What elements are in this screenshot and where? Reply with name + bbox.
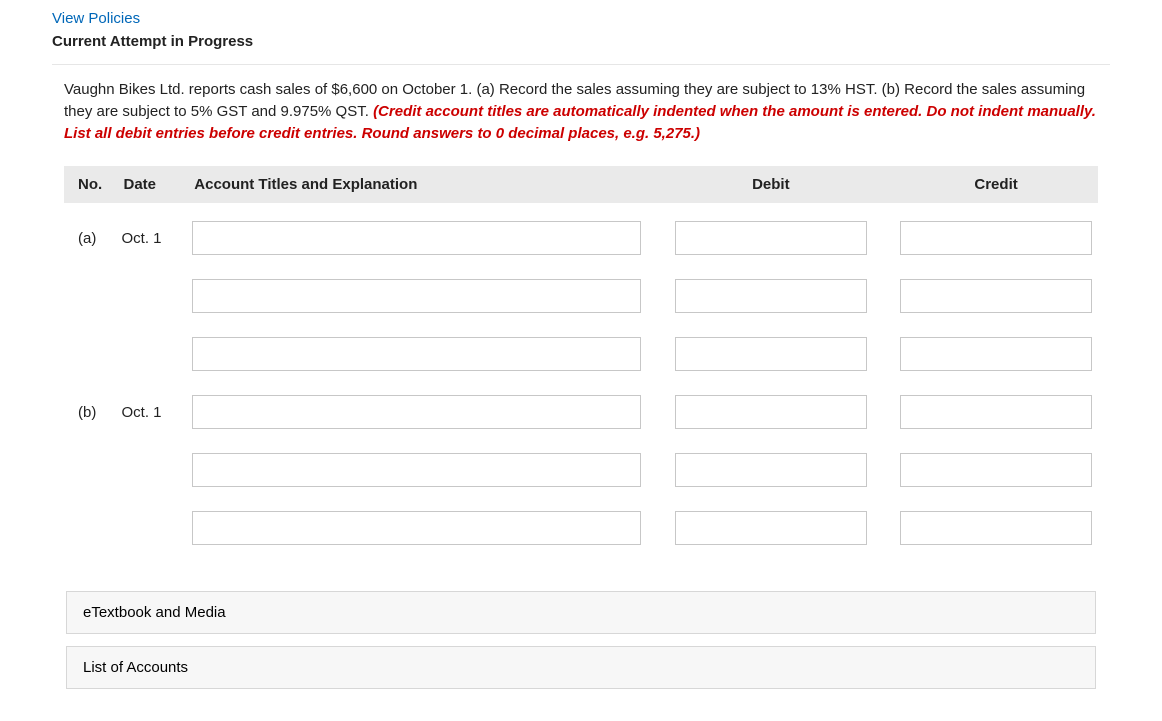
debit-input[interactable] — [675, 395, 867, 429]
credit-input[interactable] — [900, 395, 1092, 429]
cell-no — [64, 331, 115, 377]
cell-date: Oct. 1 — [115, 215, 186, 261]
table-row — [64, 447, 1098, 493]
cell-no — [64, 273, 115, 319]
credit-input[interactable] — [900, 337, 1092, 371]
journal-table: No. Date Account Titles and Explanation … — [64, 166, 1098, 585]
panels: eTextbook and Media List of Accounts — [64, 591, 1098, 689]
credit-input[interactable] — [900, 221, 1092, 255]
account-input[interactable] — [192, 279, 641, 313]
cell-no — [64, 447, 115, 493]
etextbook-media-button[interactable]: eTextbook and Media — [66, 591, 1096, 634]
account-input[interactable] — [192, 511, 641, 545]
account-input[interactable] — [192, 453, 641, 487]
table-row: (a) Oct. 1 — [64, 215, 1098, 261]
cell-date — [115, 331, 186, 377]
account-input[interactable] — [192, 395, 641, 429]
cell-no: (a) — [64, 215, 115, 261]
attempt-status: Current Attempt in Progress — [52, 33, 1110, 50]
table-header-row: No. Date Account Titles and Explanation … — [64, 166, 1098, 203]
debit-input[interactable] — [675, 337, 867, 371]
account-input[interactable] — [192, 221, 641, 255]
th-gap1 — [647, 166, 668, 203]
th-credit: Credit — [894, 166, 1098, 203]
cell-no — [64, 505, 115, 551]
debit-input[interactable] — [675, 453, 867, 487]
th-no: No. — [64, 166, 115, 203]
table-row — [64, 331, 1098, 377]
credit-input[interactable] — [900, 511, 1092, 545]
credit-input[interactable] — [900, 279, 1092, 313]
th-acct: Account Titles and Explanation — [186, 166, 647, 203]
table-row — [64, 273, 1098, 319]
view-policies-link[interactable]: View Policies — [52, 10, 140, 27]
cell-no: (b) — [64, 389, 115, 435]
debit-input[interactable] — [675, 511, 867, 545]
debit-input[interactable] — [675, 279, 867, 313]
th-debit: Debit — [669, 166, 873, 203]
divider — [52, 64, 1110, 65]
list-of-accounts-button[interactable]: List of Accounts — [66, 646, 1096, 689]
table-row: (b) Oct. 1 — [64, 389, 1098, 435]
question-text: Vaughn Bikes Ltd. reports cash sales of … — [64, 79, 1098, 144]
cell-date — [115, 505, 186, 551]
content: Vaughn Bikes Ltd. reports cash sales of … — [52, 79, 1110, 689]
debit-input[interactable] — [675, 221, 867, 255]
cell-date: Oct. 1 — [115, 389, 186, 435]
cell-date — [115, 273, 186, 319]
table-row — [64, 505, 1098, 551]
th-date: Date — [115, 166, 186, 203]
cell-date — [115, 447, 186, 493]
credit-input[interactable] — [900, 453, 1092, 487]
page: View Policies Current Attempt in Progres… — [0, 0, 1162, 721]
account-input[interactable] — [192, 337, 641, 371]
th-gap2 — [873, 166, 894, 203]
